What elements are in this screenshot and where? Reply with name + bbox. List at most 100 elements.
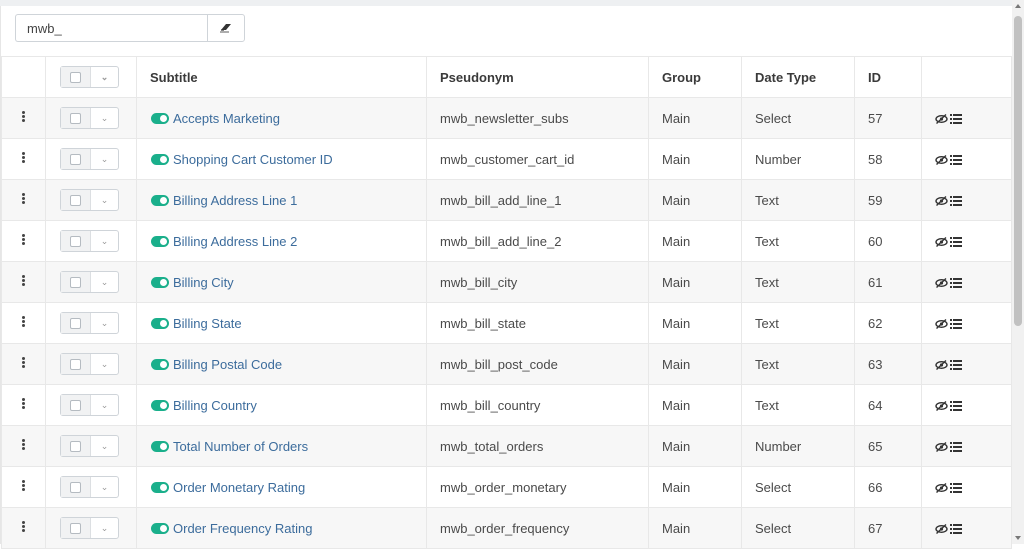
scroll-up-icon[interactable] xyxy=(1015,4,1021,8)
select-all-checkbox[interactable] xyxy=(61,67,91,87)
toggle-on-icon[interactable] xyxy=(151,195,169,207)
subtitle-link[interactable]: Billing Country xyxy=(173,398,257,413)
list-icon[interactable] xyxy=(950,237,962,248)
chevron-down-icon[interactable]: ⌄ xyxy=(91,395,118,415)
eye-slash-icon[interactable] xyxy=(935,442,948,453)
toggle-on-icon[interactable] xyxy=(151,523,169,535)
list-icon[interactable] xyxy=(950,442,962,453)
toggle-on-icon[interactable] xyxy=(151,318,169,330)
drag-handle-icon[interactable] xyxy=(22,151,25,164)
row-checkbox[interactable] xyxy=(61,190,91,210)
toggle-on-icon[interactable] xyxy=(151,277,169,289)
subtitle-link[interactable]: Billing State xyxy=(173,316,242,331)
row-select-dropdown[interactable]: ⌄ xyxy=(60,148,119,170)
eye-slash-icon[interactable] xyxy=(935,360,948,371)
toggle-on-icon[interactable] xyxy=(151,359,169,371)
chevron-down-icon[interactable]: ⌄ xyxy=(91,477,118,497)
list-icon[interactable] xyxy=(950,401,962,412)
row-checkbox[interactable] xyxy=(61,436,91,456)
subtitle-link[interactable]: Billing Address Line 1 xyxy=(173,193,297,208)
toggle-on-icon[interactable] xyxy=(151,441,169,453)
row-checkbox[interactable] xyxy=(61,272,91,292)
drag-handle-icon[interactable] xyxy=(22,274,25,287)
row-select-dropdown[interactable]: ⌄ xyxy=(60,435,119,457)
toggle-on-icon[interactable] xyxy=(151,400,169,412)
eye-slash-icon[interactable] xyxy=(935,319,948,330)
row-select-dropdown[interactable]: ⌄ xyxy=(60,476,119,498)
header-id[interactable]: ID xyxy=(854,56,922,98)
row-checkbox[interactable] xyxy=(61,354,91,374)
row-checkbox[interactable] xyxy=(61,149,91,169)
chevron-down-icon[interactable]: ⌄ xyxy=(91,190,118,210)
eye-slash-icon[interactable] xyxy=(935,155,948,166)
drag-handle-icon[interactable] xyxy=(22,110,25,123)
row-checkbox[interactable] xyxy=(61,313,91,333)
chevron-down-icon[interactable]: ⌄ xyxy=(91,67,118,87)
row-select-dropdown[interactable]: ⌄ xyxy=(60,189,119,211)
drag-handle-icon[interactable] xyxy=(22,438,25,451)
row-checkbox[interactable] xyxy=(61,231,91,251)
list-icon[interactable] xyxy=(950,155,962,166)
row-select-dropdown[interactable]: ⌄ xyxy=(60,271,119,293)
toggle-on-icon[interactable] xyxy=(151,236,169,248)
list-icon[interactable] xyxy=(950,278,962,289)
subtitle-link[interactable]: Billing Address Line 2 xyxy=(173,234,297,249)
subtitle-link[interactable]: Accepts Marketing xyxy=(173,111,280,126)
scrollbar-thumb[interactable] xyxy=(1014,16,1022,326)
chevron-down-icon[interactable]: ⌄ xyxy=(91,231,118,251)
list-icon[interactable] xyxy=(950,360,962,371)
page-scrollbar[interactable] xyxy=(1012,0,1024,544)
drag-handle-icon[interactable] xyxy=(22,397,25,410)
subtitle-link[interactable]: Total Number of Orders xyxy=(173,439,308,454)
row-select-dropdown[interactable]: ⌄ xyxy=(60,394,119,416)
list-icon[interactable] xyxy=(950,524,962,535)
header-group[interactable]: Group xyxy=(648,56,742,98)
list-icon[interactable] xyxy=(950,196,962,207)
list-icon[interactable] xyxy=(950,483,962,494)
subtitle-link[interactable]: Billing Postal Code xyxy=(173,357,282,372)
row-select-dropdown[interactable]: ⌄ xyxy=(60,353,119,375)
row-checkbox[interactable] xyxy=(61,477,91,497)
row-select-dropdown[interactable]: ⌄ xyxy=(60,107,119,129)
row-select-dropdown[interactable]: ⌄ xyxy=(60,312,119,334)
toggle-on-icon[interactable] xyxy=(151,482,169,494)
drag-handle-icon[interactable] xyxy=(22,479,25,492)
subtitle-link[interactable]: Order Frequency Rating xyxy=(173,521,312,536)
header-subtitle[interactable]: Subtitle xyxy=(136,56,427,98)
list-icon[interactable] xyxy=(950,319,962,330)
chevron-down-icon[interactable]: ⌄ xyxy=(91,272,118,292)
chevron-down-icon[interactable]: ⌄ xyxy=(91,149,118,169)
chevron-down-icon[interactable]: ⌄ xyxy=(91,108,118,128)
list-icon[interactable] xyxy=(950,114,962,125)
eye-slash-icon[interactable] xyxy=(935,483,948,494)
drag-handle-icon[interactable] xyxy=(22,520,25,533)
chevron-down-icon[interactable]: ⌄ xyxy=(91,518,118,538)
chevron-down-icon[interactable]: ⌄ xyxy=(91,313,118,333)
filter-input[interactable] xyxy=(15,14,207,42)
drag-handle-icon[interactable] xyxy=(22,192,25,205)
subtitle-link[interactable]: Order Monetary Rating xyxy=(173,480,305,495)
eye-slash-icon[interactable] xyxy=(935,278,948,289)
row-checkbox[interactable] xyxy=(61,108,91,128)
toggle-on-icon[interactable] xyxy=(151,113,169,125)
subtitle-link[interactable]: Billing City xyxy=(173,275,234,290)
eye-slash-icon[interactable] xyxy=(935,114,948,125)
toggle-on-icon[interactable] xyxy=(151,154,169,166)
drag-handle-icon[interactable] xyxy=(22,315,25,328)
chevron-down-icon[interactable]: ⌄ xyxy=(91,436,118,456)
subtitle-link[interactable]: Shopping Cart Customer ID xyxy=(173,152,333,167)
drag-handle-icon[interactable] xyxy=(22,233,25,246)
eye-slash-icon[interactable] xyxy=(935,237,948,248)
scroll-down-icon[interactable] xyxy=(1015,536,1021,540)
filter-clear-button[interactable] xyxy=(207,14,245,42)
drag-handle-icon[interactable] xyxy=(22,356,25,369)
eye-slash-icon[interactable] xyxy=(935,524,948,535)
row-checkbox[interactable] xyxy=(61,395,91,415)
eye-slash-icon[interactable] xyxy=(935,401,948,412)
header-date-type[interactable]: Date Type xyxy=(741,56,855,98)
header-pseudonym[interactable]: Pseudonym xyxy=(426,56,649,98)
row-select-dropdown[interactable]: ⌄ xyxy=(60,230,119,252)
eye-slash-icon[interactable] xyxy=(935,196,948,207)
chevron-down-icon[interactable]: ⌄ xyxy=(91,354,118,374)
row-checkbox[interactable] xyxy=(61,518,91,538)
